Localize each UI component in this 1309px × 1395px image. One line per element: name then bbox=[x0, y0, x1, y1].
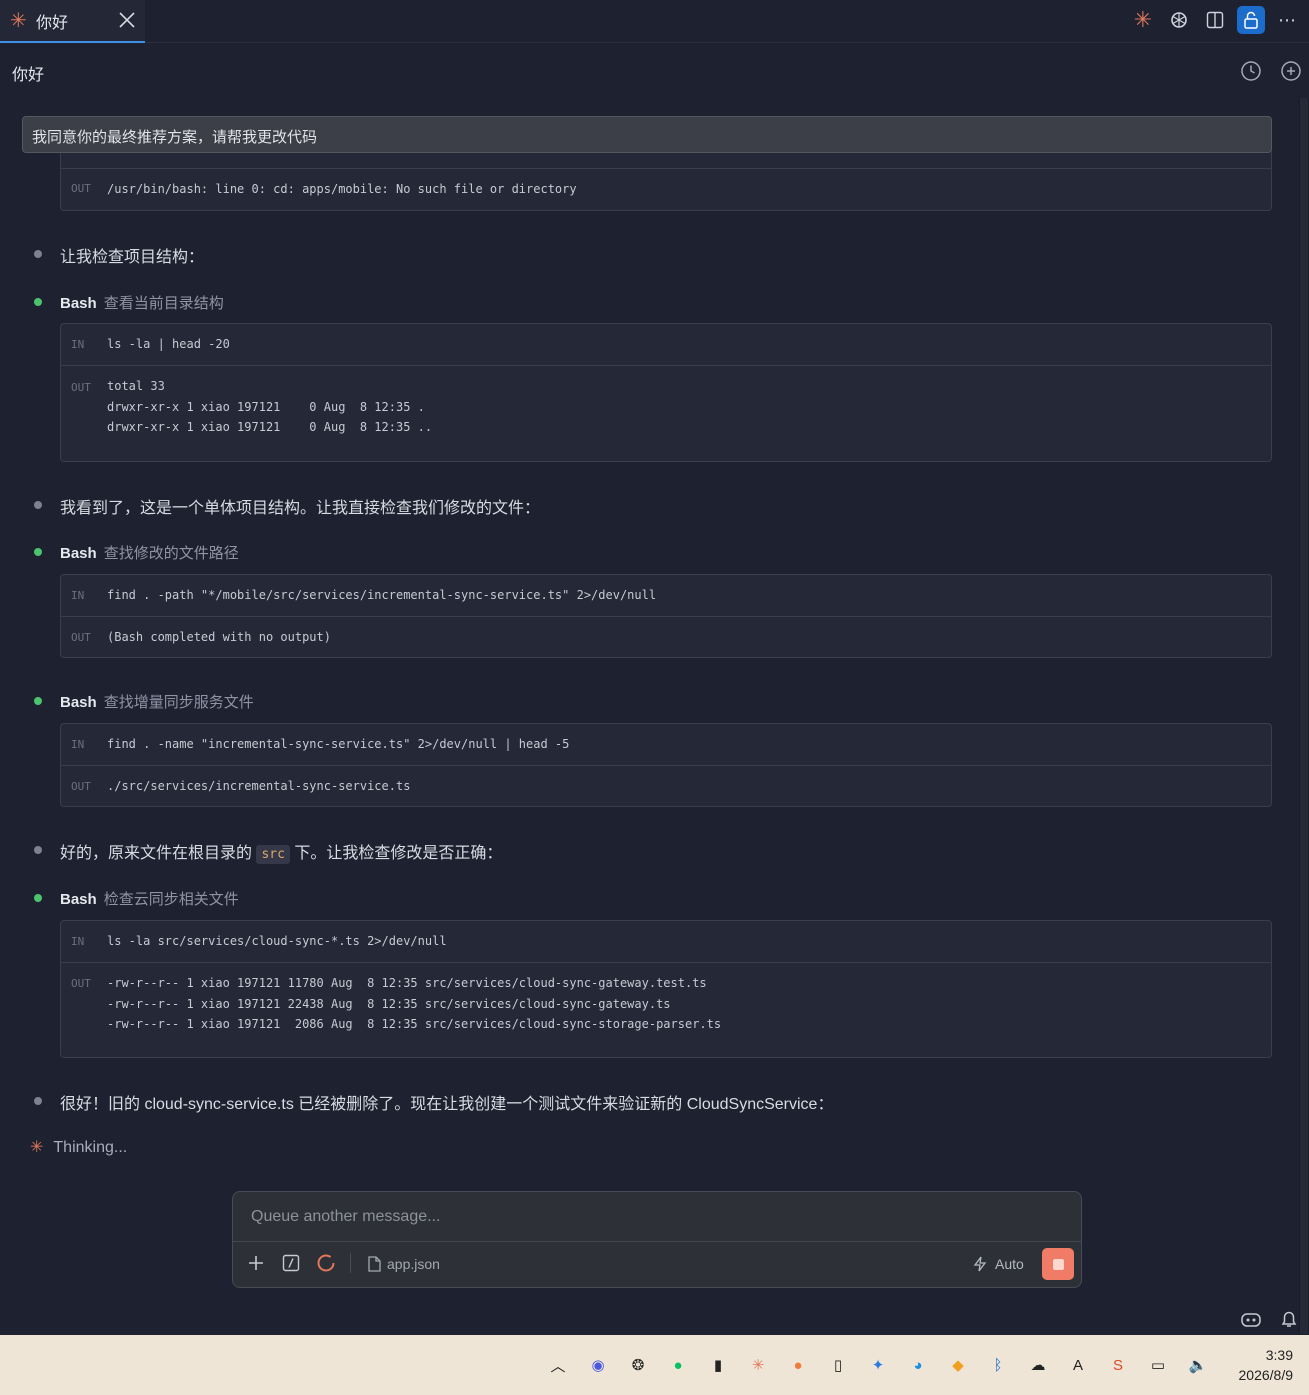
out-text: ./src/services/incremental-sync-service.… bbox=[107, 779, 411, 793]
tool-title[interactable]: Bash 查找增量同步服务文件 bbox=[60, 691, 254, 712]
bullet-dot bbox=[34, 894, 42, 902]
thinking-label: Thinking... bbox=[53, 1139, 128, 1156]
message-text: 好的，原来文件在根目录的 bbox=[60, 845, 253, 862]
tool-block: IN find . -path "*/mobile/src/services/i… bbox=[60, 574, 1272, 658]
bullet-dot bbox=[34, 1097, 42, 1105]
tool-desc: 查找修改的文件路径 bbox=[103, 545, 239, 562]
tool-name: Bash bbox=[60, 694, 97, 711]
thinking-indicator: ✳ Thinking... bbox=[30, 1137, 127, 1157]
tool-desc: 查找增量同步服务文件 bbox=[103, 694, 254, 711]
assistant-message: 很好！旧的 cloud-sync-service.ts 已经被删除了。现在让我创… bbox=[60, 1096, 834, 1113]
volume-icon[interactable]: 🔈 bbox=[1186, 1353, 1210, 1377]
assistant-message: 好的，原来文件在根目录的 src 下。让我检查修改是否正确： bbox=[60, 839, 503, 864]
attached-file-name: app.json bbox=[387, 1256, 440, 1272]
usb-icon[interactable]: ▯ bbox=[826, 1353, 850, 1377]
stop-button[interactable] bbox=[1042, 1248, 1074, 1280]
bullet-dot bbox=[34, 250, 42, 258]
out-text: total 33 drwxr-xr-x 1 xiao 197121 0 Aug … bbox=[107, 379, 433, 434]
context-progress-icon[interactable] bbox=[313, 1250, 339, 1276]
system-tray: ︿ ◉ ❂ ● ▮ ✳ ● ▯ ✦ ◕ ◆ ᛒ ☁ A S ▭ 🔈 bbox=[546, 1353, 1210, 1377]
copilot-icon[interactable] bbox=[1240, 1309, 1262, 1329]
assistant-message: 让我检查项目结构： bbox=[60, 249, 205, 266]
bullet-dot bbox=[34, 697, 42, 705]
cloud-off-icon[interactable]: ☁ bbox=[1026, 1353, 1050, 1377]
bell-icon[interactable] bbox=[1280, 1309, 1298, 1329]
browser-app-icon[interactable]: ◕ bbox=[906, 1353, 930, 1377]
network-icon[interactable]: ▭ bbox=[1146, 1353, 1170, 1377]
fox-app-icon[interactable]: ● bbox=[786, 1353, 810, 1377]
divider bbox=[350, 1253, 351, 1273]
out-text: /usr/bin/bash: line 0: cd: apps/mobile: … bbox=[107, 182, 577, 196]
clock-date: 2026/8/9 bbox=[1238, 1367, 1294, 1383]
out-text: -rw-r--r-- 1 xiao 197121 11780 Aug 8 12:… bbox=[107, 976, 722, 1031]
stop-icon bbox=[1052, 1258, 1064, 1270]
tool-output-block: OUT /usr/bin/bash: line 0: cd: apps/mobi… bbox=[60, 148, 1272, 211]
out-label: OUT bbox=[71, 182, 91, 195]
mode-selector[interactable]: Auto bbox=[973, 1256, 1024, 1272]
attached-file[interactable]: app.json bbox=[367, 1256, 440, 1272]
shield-app-icon[interactable]: ◆ bbox=[946, 1353, 970, 1377]
in-label: IN bbox=[71, 738, 85, 751]
message-text: 下。让我检查修改是否正确： bbox=[294, 845, 503, 862]
out-text: (Bash completed with no output) bbox=[107, 630, 331, 644]
in-label: IN bbox=[71, 589, 85, 602]
spinner-star-icon: ✳ bbox=[30, 1139, 44, 1156]
tool-desc: 查看当前目录结构 bbox=[103, 295, 224, 312]
in-label: IN bbox=[71, 935, 85, 948]
message-input[interactable] bbox=[233, 1192, 1081, 1242]
add-icon[interactable] bbox=[243, 1250, 269, 1276]
tool-block: IN find . -name "incremental-sync-servic… bbox=[60, 723, 1272, 807]
sticky-user-message[interactable]: 我同意你的最终推荐方案，请帮我更改代码 bbox=[22, 116, 1272, 153]
tool-title[interactable]: Bash 查找修改的文件路径 bbox=[60, 542, 239, 563]
status-bar bbox=[1240, 1309, 1298, 1329]
in-label: IN bbox=[71, 338, 85, 351]
message-composer: app.json Auto bbox=[232, 1191, 1082, 1288]
bullet-dot bbox=[34, 548, 42, 556]
scrollbar[interactable] bbox=[1299, 98, 1309, 1334]
tool-name: Bash bbox=[60, 891, 97, 908]
tool-title[interactable]: Bash 查看当前目录结构 bbox=[60, 292, 224, 313]
in-text: ls -la | head -20 bbox=[107, 337, 230, 351]
file-icon bbox=[368, 1256, 381, 1272]
mode-label: Auto bbox=[995, 1256, 1024, 1272]
lightning-icon bbox=[973, 1256, 987, 1272]
wechat-icon[interactable]: ● bbox=[666, 1353, 690, 1377]
in-text: ls -la src/services/cloud-sync-*.ts 2>/d… bbox=[107, 934, 447, 948]
out-label: OUT bbox=[71, 780, 91, 793]
tool-name: Bash bbox=[60, 545, 97, 562]
bullet-dot bbox=[34, 846, 42, 854]
terminal-app-icon[interactable]: ◉ bbox=[586, 1353, 610, 1377]
chat-content: OUT /usr/bin/bash: line 0: cd: apps/mobi… bbox=[0, 0, 1300, 1190]
out-label: OUT bbox=[71, 381, 91, 394]
bookmark-app-icon[interactable]: ▮ bbox=[706, 1353, 730, 1377]
tool-block: IN ls -la | head -20 OUT total 33 drwxr-… bbox=[60, 323, 1272, 462]
bullet-dot bbox=[34, 298, 42, 306]
slash-command-icon[interactable] bbox=[278, 1250, 304, 1276]
in-text: find . -name "incremental-sync-service.t… bbox=[107, 737, 570, 751]
out-label: OUT bbox=[71, 977, 91, 990]
tool-desc: 检查云同步相关文件 bbox=[103, 891, 239, 908]
system-clock[interactable]: 3:39 2026/8/9 bbox=[1239, 1345, 1294, 1385]
claude-tray-icon[interactable]: ✳ bbox=[746, 1353, 770, 1377]
in-text: find . -path "*/mobile/src/services/incr… bbox=[107, 588, 657, 602]
assistant-message: 我看到了，这是一个单体项目结构。让我直接检查我们修改的文件： bbox=[60, 500, 541, 517]
bluetooth-icon[interactable]: ᛒ bbox=[986, 1353, 1010, 1377]
clock-time: 3:39 bbox=[1265, 1347, 1293, 1363]
tool-name: Bash bbox=[60, 295, 97, 312]
taskbar: ︿ ◉ ❂ ● ▮ ✳ ● ▯ ✦ ◕ ◆ ᛒ ☁ A S ▭ 🔈 3:39 2… bbox=[0, 1335, 1309, 1395]
inline-code: src bbox=[256, 845, 290, 864]
font-app-icon[interactable]: A bbox=[1066, 1353, 1090, 1377]
bullet-dot bbox=[34, 501, 42, 509]
tool-block: IN ls -la src/services/cloud-sync-*.ts 2… bbox=[60, 920, 1272, 1058]
chevron-up-icon[interactable]: ︿ bbox=[546, 1353, 570, 1377]
tool-title[interactable]: Bash 检查云同步相关文件 bbox=[60, 888, 239, 909]
feishu-icon[interactable]: ✦ bbox=[866, 1353, 890, 1377]
openai-tray-icon[interactable]: ❂ bbox=[626, 1353, 650, 1377]
out-label: OUT bbox=[71, 631, 91, 644]
sogou-ime-icon[interactable]: S bbox=[1106, 1353, 1130, 1377]
